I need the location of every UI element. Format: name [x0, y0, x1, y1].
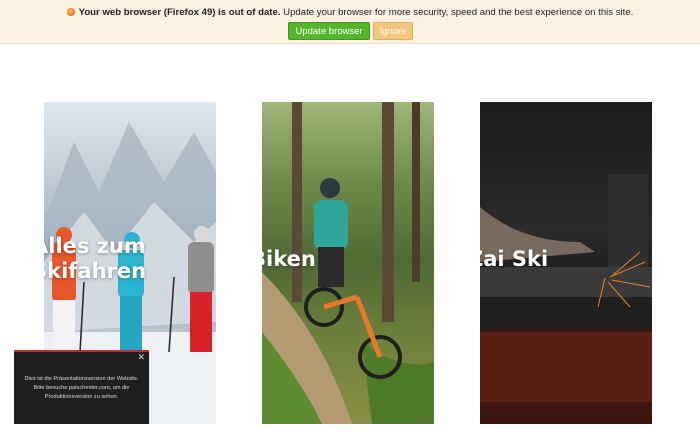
update-message-rest: Update your browser for more security, s… — [283, 7, 634, 18]
card-label-line2: Skifahren — [44, 259, 147, 283]
card-label-skifahren: Alles zum Skifahren — [44, 234, 146, 284]
update-message-bold: Your web browser (Firefox 49) is out of … — [78, 7, 281, 18]
card-label-biken: Biken — [262, 247, 316, 271]
update-message: Your web browser (Firefox 49) is out of … — [0, 7, 700, 18]
firefox-icon — [66, 8, 75, 16]
update-browser-button[interactable]: Update browser — [288, 22, 370, 40]
card-biken[interactable]: Biken — [262, 102, 434, 424]
card-zai-ski[interactable]: Zai Ski — [480, 102, 652, 424]
card-label-line1: Alles zum — [44, 234, 146, 258]
browser-update-banner: Your web browser (Firefox 49) is out of … — [0, 0, 700, 44]
notice-text: Dies ist die Präsentationsversion der We… — [24, 376, 139, 400]
close-icon[interactable]: ✕ — [137, 353, 145, 362]
card-label-zai-ski: Zai Ski — [480, 247, 549, 271]
presentation-notice: ✕ Dies ist die Präsentationsversion der … — [14, 350, 149, 424]
ignore-button[interactable]: Ignore — [373, 22, 413, 40]
